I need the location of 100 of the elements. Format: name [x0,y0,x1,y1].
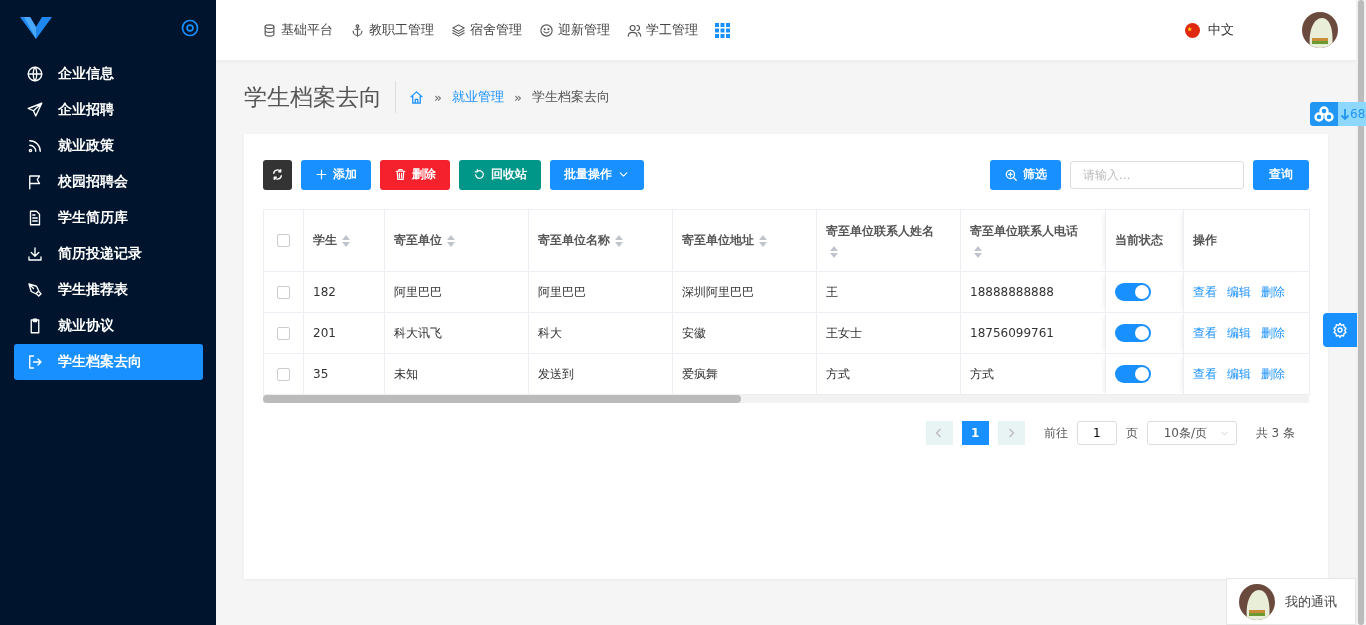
column-header: 寄至单位地址 [682,233,754,247]
row-checkbox[interactable] [277,285,290,299]
table-cell: 安徽 [672,312,817,354]
china-flag-icon [1185,22,1200,38]
status-toggle[interactable] [1115,365,1151,383]
sidebar-item[interactable]: 就业协议 [14,308,203,344]
logo-icon [20,17,52,39]
trash-icon [394,168,407,181]
sidebar-item[interactable]: 简历投递记录 [14,236,203,272]
rss-icon [26,137,44,155]
total-count: 共 3 条 [1255,424,1295,442]
filter-button[interactable]: 筛选 [990,159,1061,190]
column-header: 当前状态 [1115,233,1163,247]
target-icon [180,18,200,38]
page-unit-label: 页 [1125,424,1138,442]
nav-link[interactable]: 宿舍管理 [451,21,522,39]
view-link[interactable]: 查看 [1193,366,1217,381]
table-cell: 阿里巴巴 [384,271,529,313]
table-cell: 182 [303,271,385,313]
table-cell: 方式 [816,353,961,395]
table-cell: 王 [816,271,961,313]
delete-link[interactable]: 删除 [1261,366,1285,381]
view-link[interactable]: 查看 [1193,325,1217,340]
sidebar-item[interactable]: 学生简历库 [14,200,203,236]
column-header: 寄至单位 [394,233,442,247]
edit-link[interactable]: 编辑 [1227,366,1251,381]
refresh-icon [473,168,486,181]
sort-icon[interactable] [974,246,982,258]
delete-button[interactable]: 删除 [380,159,450,190]
edit-link[interactable]: 编辑 [1227,284,1251,299]
row-checkbox[interactable] [277,367,290,381]
select-all-checkbox[interactable] [277,234,290,247]
nav-link[interactable]: 教职工管理 [350,21,434,39]
column-header: 学生 [313,233,337,247]
breadcrumb-current: 学生档案去向 [531,88,610,106]
table-cell: 18888888888 [960,271,1106,313]
download-icon [26,245,44,263]
page-input[interactable]: 1 [1076,421,1117,445]
table-cell: 爱疯舞 [672,353,817,395]
table-cell: 35 [303,353,385,395]
sidebar-item[interactable]: 学生档案去向 [14,344,203,380]
home-icon [409,89,424,105]
zoom-in-icon [1004,167,1018,182]
sort-icon[interactable] [447,234,455,247]
table-cell: 发送到 [528,353,673,395]
column-header: 寄至单位名称 [538,233,610,247]
table-cell: 阿里巴巴 [528,271,673,313]
next-page-button[interactable] [997,421,1025,445]
sidebar-item[interactable]: 企业招聘 [14,92,203,128]
search-field[interactable]: 请输入... [1070,160,1244,189]
chat-button[interactable]: 我的通讯 [1226,578,1356,625]
sidebar-item[interactable]: 学生推荐表 [14,272,203,308]
status-toggle[interactable] [1115,283,1151,301]
horizontal-scrollbar[interactable] [263,395,1309,403]
table-cell: 科大 [528,312,673,354]
download-arrow-icon [1341,108,1349,120]
nav-link[interactable]: 基础平台 [262,21,333,39]
settings-icon [1332,322,1348,338]
nav-link[interactable]: 迎新管理 [539,21,610,39]
paper-plane-icon [26,101,44,119]
delete-link[interactable]: 删除 [1261,325,1285,340]
settings-button[interactable] [1323,313,1357,347]
refresh-button[interactable] [263,159,292,190]
batch-actions-button[interactable]: 批量操作 [550,159,644,190]
table-cell: 201 [303,312,385,354]
sidebar-item[interactable]: 企业信息 [14,56,203,92]
page-size-select[interactable]: 10条/页 [1146,421,1237,445]
layers-icon [451,22,466,38]
nav-link[interactable]: 学工管理 [627,21,698,39]
sort-icon[interactable] [759,234,767,247]
apps-grid-icon[interactable] [715,22,730,38]
sort-icon[interactable] [830,246,838,258]
previous-page-button[interactable] [925,421,953,445]
language-label[interactable]: 中文 [1208,21,1234,39]
delete-link[interactable]: 删除 [1261,284,1285,299]
breadcrumb-link[interactable]: 就业管理 [451,88,504,106]
chevron-right-icon [1006,428,1017,438]
column-header: 操作 [1193,233,1217,247]
status-toggle[interactable] [1115,324,1151,342]
sort-icon[interactable] [342,234,350,247]
breadcrumb-separator: » [434,89,442,105]
recycle-bin-button[interactable]: 回收站 [459,159,541,190]
download-count: 68 [1350,107,1366,121]
smiley-icon [539,22,554,38]
sort-icon[interactable] [615,234,623,247]
refresh-icon [271,168,284,181]
column-header: 寄至单位联系人电话 [970,224,1078,238]
edit-link[interactable]: 编辑 [1227,325,1251,340]
column-header: 寄至单位联系人姓名 [826,224,934,238]
table-cell: 深圳阿里巴巴 [672,271,817,313]
row-checkbox[interactable] [277,326,290,340]
anchor-icon [350,22,365,38]
query-button[interactable]: 查询 [1253,159,1309,190]
page-number-button[interactable]: 1 [961,421,989,445]
sidebar-item[interactable]: 就业政策 [14,128,203,164]
view-link[interactable]: 查看 [1193,284,1217,299]
pen-nib-icon [26,281,44,299]
breadcrumb-separator: » [513,89,522,105]
add-button[interactable]: 添加 [301,159,371,190]
sidebar-item[interactable]: 校园招聘会 [14,164,203,200]
